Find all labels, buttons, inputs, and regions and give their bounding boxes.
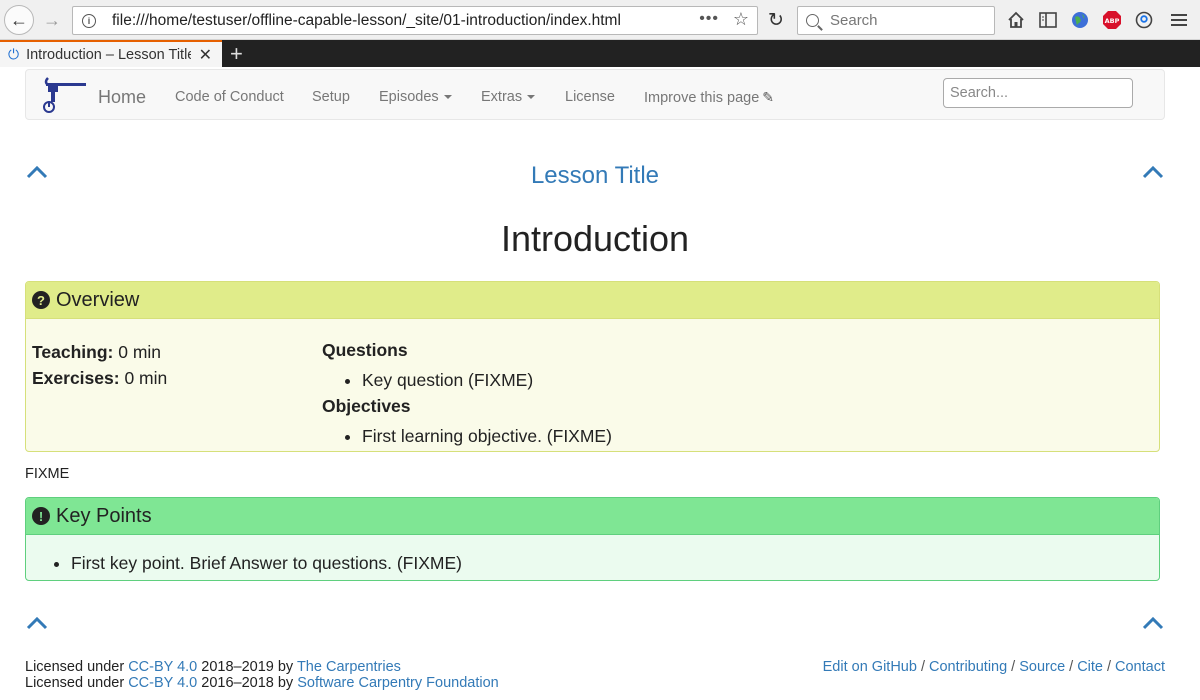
objective-item: First learning objective. (FIXME) bbox=[362, 425, 612, 447]
menu-icon[interactable] bbox=[1168, 9, 1190, 31]
nav-extras-dropdown[interactable]: Extras bbox=[481, 89, 536, 105]
cc-by-link[interactable]: CC-BY 4.0 bbox=[128, 675, 197, 691]
overview-heading: Overview bbox=[56, 288, 140, 311]
exercises-label: Exercises: bbox=[32, 368, 120, 388]
next-episode-bottom-icon[interactable] bbox=[1141, 611, 1165, 635]
home-icon[interactable] bbox=[1005, 9, 1027, 31]
objectives-list: First learning objective. (FIXME) bbox=[362, 425, 612, 447]
forward-button[interactable]: → bbox=[38, 6, 66, 34]
cite-link[interactable]: Cite bbox=[1077, 659, 1103, 675]
svg-text:ABP: ABP bbox=[1105, 17, 1120, 25]
page-actions-icon[interactable]: ••• bbox=[699, 10, 719, 28]
nav-extras-label: Extras bbox=[481, 89, 523, 105]
footer-links: Edit on GitHub / Contributing / Source / Cite /… bbox=[823, 659, 1165, 675]
star-icon[interactable]: ☆ bbox=[733, 9, 749, 30]
license-prefix: Licensed under bbox=[25, 659, 129, 675]
exercises-value: 0 min bbox=[124, 368, 168, 388]
caret-down-icon bbox=[443, 95, 452, 100]
questions-list: Key question (FIXME) bbox=[362, 369, 612, 391]
keypoints-list: First key point. Brief Answer to questio… bbox=[71, 553, 1159, 574]
caret-down-icon bbox=[527, 95, 536, 100]
footer-separator: / bbox=[1011, 659, 1016, 675]
new-tab-button[interactable]: + bbox=[230, 41, 243, 67]
nav-improve-link[interactable]: Improve this page ✎ bbox=[644, 89, 774, 106]
nav-setup-link[interactable]: Setup bbox=[312, 89, 350, 105]
contact-link[interactable]: Contact bbox=[1115, 659, 1165, 675]
overview-header: ? Overview bbox=[26, 282, 1159, 319]
url-text[interactable]: file:///home/testuser/offline-capable-le… bbox=[112, 12, 621, 30]
license-years: 2018–2019 by bbox=[197, 659, 297, 675]
info-icon[interactable]: i bbox=[82, 13, 96, 28]
lesson-title-link[interactable]: Lesson Title bbox=[0, 162, 1190, 190]
pencil-icon: ✎ bbox=[762, 89, 774, 105]
footer-separator: / bbox=[920, 659, 925, 675]
nav-improve-label: Improve this page bbox=[644, 90, 760, 106]
reload-button[interactable]: ↻ bbox=[762, 6, 790, 34]
teaching-time: Teaching: 0 min bbox=[32, 339, 167, 365]
contributing-link[interactable]: Contributing bbox=[929, 659, 1007, 675]
footer-separator: / bbox=[1106, 659, 1112, 675]
browser-search-placeholder: Search bbox=[830, 12, 878, 29]
carpentries-link[interactable]: The Carpentries bbox=[297, 659, 401, 675]
footer-separator: / bbox=[1069, 659, 1074, 675]
exercises-time: Exercises: 0 min bbox=[32, 365, 167, 391]
arrow-left-icon: ← bbox=[10, 9, 28, 30]
swc-foundation-link[interactable]: Software Carpentry Foundation bbox=[297, 675, 499, 691]
keypoints-header: ! Key Points bbox=[26, 498, 1159, 535]
license-prefix: Licensed under bbox=[25, 675, 129, 691]
question-item: Key question (FIXME) bbox=[362, 369, 612, 391]
footer-license-line-2: Licensed under CC-BY 4.0 2016–2018 by So… bbox=[25, 675, 499, 691]
account-icon[interactable] bbox=[1133, 9, 1155, 31]
search-icon bbox=[806, 14, 819, 27]
carpentries-logo[interactable] bbox=[40, 76, 90, 114]
source-link[interactable]: Source bbox=[1019, 659, 1065, 675]
browser-toolbar: ← → i file:///home/testuser/offline-capa… bbox=[0, 0, 1200, 40]
edit-on-github-link[interactable]: Edit on GitHub bbox=[823, 659, 917, 675]
question-circle-icon: ? bbox=[32, 291, 50, 309]
adblock-icon[interactable]: ABP bbox=[1101, 9, 1123, 31]
sidebar-icon[interactable] bbox=[1037, 9, 1059, 31]
exclamation-circle-icon: ! bbox=[32, 507, 50, 525]
keypoints-panel: ! Key Points First key point. Brief Answ… bbox=[25, 497, 1160, 581]
objectives-heading: Objectives bbox=[322, 396, 411, 416]
nav-code-of-conduct-link[interactable]: Code of Conduct bbox=[175, 89, 284, 105]
tab-introduction[interactable]: ⏻ Introduction – Lesson Title ✕ bbox=[0, 40, 222, 67]
questions-heading: Questions bbox=[322, 340, 408, 360]
license-years: 2016–2018 by bbox=[197, 675, 298, 691]
nav-license-link[interactable]: License bbox=[565, 89, 615, 105]
cc-by-link[interactable]: CC-BY 4.0 bbox=[128, 659, 197, 675]
nav-home-link[interactable]: Home bbox=[98, 87, 146, 108]
power-icon: ⏻ bbox=[8, 46, 20, 62]
back-button[interactable]: ← bbox=[4, 5, 34, 35]
tab-title[interactable]: Introduction – Lesson Title bbox=[26, 47, 191, 63]
overview-panel: ? Overview Teaching: 0 min Exercises: 0 … bbox=[25, 281, 1160, 452]
footer-license-line-1: Licensed under CC-BY 4.0 2018–2019 by Th… bbox=[25, 659, 499, 675]
close-icon[interactable]: ✕ bbox=[199, 45, 212, 65]
footer-license: Licensed under CC-BY 4.0 2018–2019 by Th… bbox=[25, 659, 499, 691]
page-title: Introduction bbox=[500, 218, 690, 259]
previous-episode-bottom-icon[interactable] bbox=[25, 611, 49, 635]
keypoint-item: First key point. Brief Answer to questio… bbox=[71, 553, 1159, 574]
browser-search-input[interactable]: Search bbox=[797, 6, 995, 35]
globe-extension-icon[interactable] bbox=[1069, 9, 1091, 31]
tab-strip: ⏻ Introduction – Lesson Title ✕ + bbox=[0, 40, 1200, 67]
teaching-label: Teaching: bbox=[32, 342, 114, 362]
teaching-value: 0 min bbox=[118, 342, 162, 362]
overview-content: Questions Key question (FIXME) Objective… bbox=[322, 339, 612, 451]
body-paragraph: FIXME bbox=[25, 466, 70, 482]
site-navbar: Home Code of Conduct Setup Episodes Extr… bbox=[25, 69, 1165, 120]
arrow-right-icon: → bbox=[43, 9, 61, 30]
nav-episodes-label: Episodes bbox=[379, 89, 439, 105]
nav-episodes-dropdown[interactable]: Episodes bbox=[379, 89, 452, 105]
reload-icon: ↻ bbox=[768, 9, 784, 31]
overview-timing: Teaching: 0 min Exercises: 0 min bbox=[32, 339, 167, 391]
site-search-input[interactable] bbox=[943, 78, 1133, 108]
keypoints-heading: Key Points bbox=[56, 504, 152, 527]
url-bar[interactable]: i file:///home/testuser/offline-capable-… bbox=[72, 6, 758, 35]
